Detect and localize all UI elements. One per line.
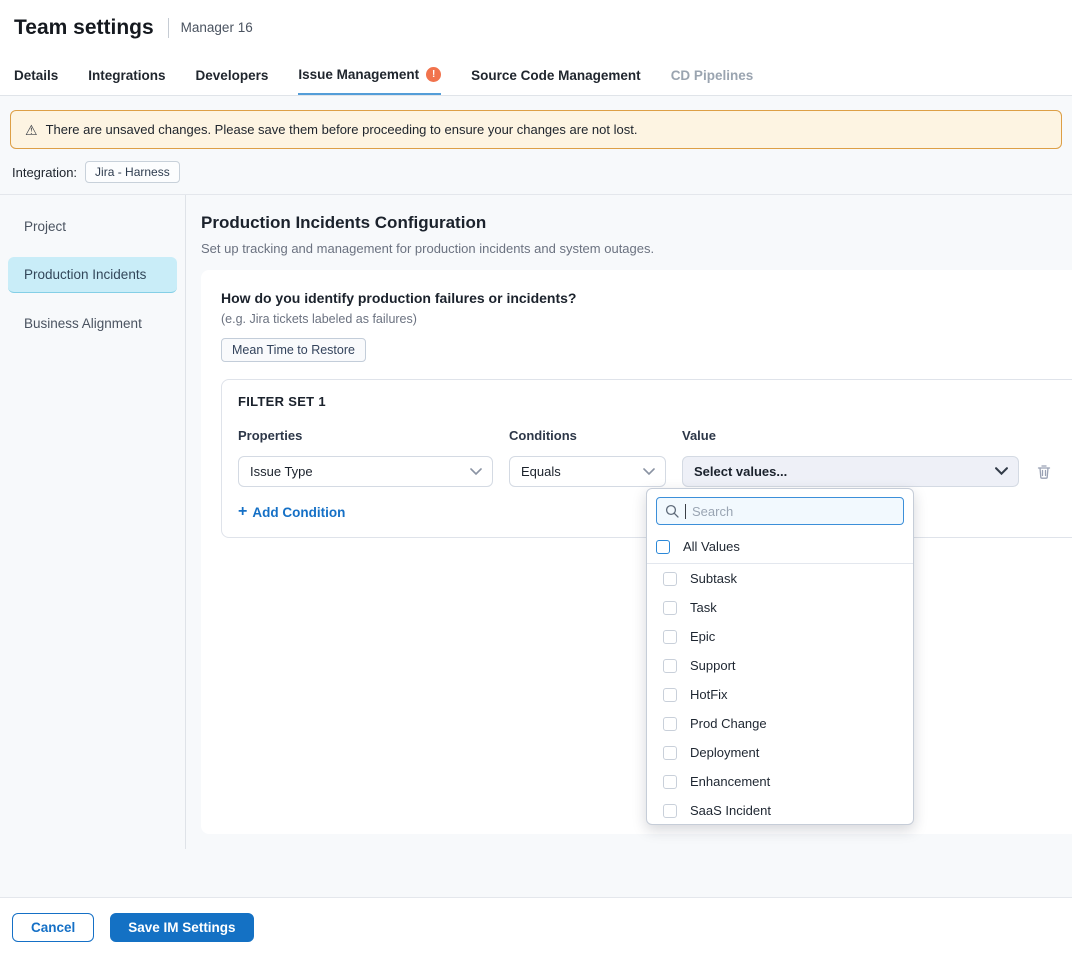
- integration-chip[interactable]: Jira - Harness: [85, 161, 180, 183]
- team-name: Manager 16: [181, 20, 253, 35]
- delete-filter-icon[interactable]: [1035, 463, 1053, 481]
- option-support[interactable]: Support: [647, 651, 913, 680]
- checkbox[interactable]: [663, 659, 677, 673]
- page-header: Team settings Manager 16: [0, 0, 1072, 55]
- text-caret: [685, 504, 686, 519]
- option-saas-incident[interactable]: SaaS Incident: [647, 796, 913, 825]
- tab-integrations[interactable]: Integrations: [88, 55, 165, 95]
- all-values-checkbox[interactable]: [656, 540, 670, 554]
- option-all-values[interactable]: All Values: [647, 532, 913, 564]
- metric-chip[interactable]: Mean Time to Restore: [221, 338, 366, 362]
- checkbox[interactable]: [663, 688, 677, 702]
- question-hint: (e.g. Jira tickets labeled as failures): [221, 312, 1072, 326]
- condition-select[interactable]: Equals: [509, 456, 666, 487]
- tab-details[interactable]: Details: [14, 55, 58, 95]
- value-select[interactable]: Select values...: [682, 456, 1019, 487]
- unsaved-changes-banner: ⚠ There are unsaved changes. Please save…: [10, 110, 1062, 149]
- search-placeholder: Search: [692, 504, 733, 519]
- save-im-settings-button[interactable]: Save IM Settings: [110, 913, 253, 942]
- checkbox[interactable]: [663, 572, 677, 586]
- search-input[interactable]: Search: [656, 497, 904, 525]
- alert-badge-icon: !: [426, 67, 441, 82]
- filter-column-headers: Properties Conditions Value: [238, 428, 1072, 443]
- integration-label: Integration:: [12, 165, 77, 180]
- sidebar: Project Production Incidents Business Al…: [0, 195, 186, 849]
- banner-text: There are unsaved changes. Please save t…: [46, 122, 638, 137]
- footer-bar: Cancel Save IM Settings: [0, 897, 1072, 956]
- tab-source-code-management[interactable]: Source Code Management: [471, 55, 641, 95]
- page: Team settings Manager 16 Details Integra…: [0, 0, 1072, 956]
- option-hotfix[interactable]: HotFix: [647, 680, 913, 709]
- question-heading: How do you identify production failures …: [221, 290, 1072, 306]
- option-task[interactable]: Task: [647, 593, 913, 622]
- option-subtask[interactable]: Subtask: [647, 564, 913, 593]
- checkbox[interactable]: [663, 746, 677, 760]
- chevron-down-icon: [470, 468, 482, 476]
- checkbox[interactable]: [663, 717, 677, 731]
- conditions-column-label: Conditions: [509, 428, 666, 443]
- sidebar-item-business-alignment[interactable]: Business Alignment: [8, 306, 177, 341]
- tab-issue-management[interactable]: Issue Management !: [298, 55, 441, 95]
- sidebar-item-project[interactable]: Project: [8, 209, 177, 244]
- chevron-down-icon: [995, 467, 1008, 476]
- add-condition-button[interactable]: + Add Condition: [238, 504, 345, 520]
- tab-bar: Details Integrations Developers Issue Ma…: [0, 55, 1072, 96]
- integration-row: Integration: Jira - Harness: [0, 149, 1072, 194]
- properties-column-label: Properties: [238, 428, 493, 443]
- chevron-down-icon: [643, 468, 655, 476]
- filter-row: Issue Type Equals Select values...: [238, 456, 1072, 487]
- property-select[interactable]: Issue Type: [238, 456, 493, 487]
- sidebar-item-production-incidents[interactable]: Production Incidents: [8, 257, 177, 293]
- plus-icon: +: [238, 504, 247, 520]
- title-divider: [168, 18, 169, 38]
- cancel-button[interactable]: Cancel: [12, 913, 94, 942]
- search-icon: [665, 504, 679, 518]
- page-title: Team settings: [14, 16, 154, 40]
- config-card: How do you identify production failures …: [201, 270, 1072, 834]
- warning-icon: ⚠: [25, 123, 38, 137]
- option-deployment[interactable]: Deployment: [647, 738, 913, 767]
- main-panel: Production Incidents Configuration Set u…: [186, 195, 1072, 849]
- option-enhancement[interactable]: Enhancement: [647, 767, 913, 796]
- checkbox[interactable]: [663, 804, 677, 818]
- option-epic[interactable]: Epic: [647, 622, 913, 651]
- filter-set-title: FILTER SET 1: [238, 394, 1072, 409]
- section-subtitle: Set up tracking and management for produ…: [201, 241, 1072, 256]
- value-dropdown-menu: Search All Values Subtask Task Epic Supp…: [646, 488, 914, 825]
- checkbox[interactable]: [663, 630, 677, 644]
- section-title: Production Incidents Configuration: [201, 213, 1072, 233]
- checkbox[interactable]: [663, 775, 677, 789]
- tab-developers[interactable]: Developers: [196, 55, 269, 95]
- option-prod-change[interactable]: Prod Change: [647, 709, 913, 738]
- checkbox[interactable]: [663, 601, 677, 615]
- tab-cd-pipelines: CD Pipelines: [671, 55, 754, 95]
- value-column-label: Value: [682, 428, 1019, 443]
